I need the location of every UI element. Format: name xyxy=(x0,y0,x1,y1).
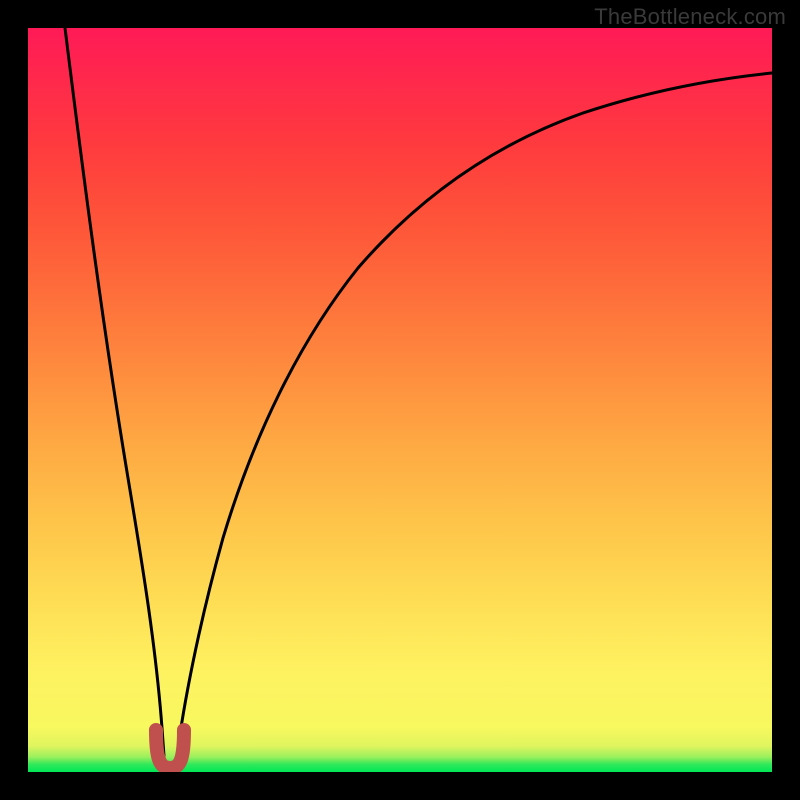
chart-plot-area xyxy=(28,28,772,772)
chart-frame: TheBottleneck.com xyxy=(0,0,800,800)
watermark-text: TheBottleneck.com xyxy=(594,4,786,30)
chart-svg xyxy=(28,28,772,772)
curve-left xyxy=(65,28,164,756)
minimum-marker-icon xyxy=(156,730,184,768)
curve-right xyxy=(177,73,772,756)
